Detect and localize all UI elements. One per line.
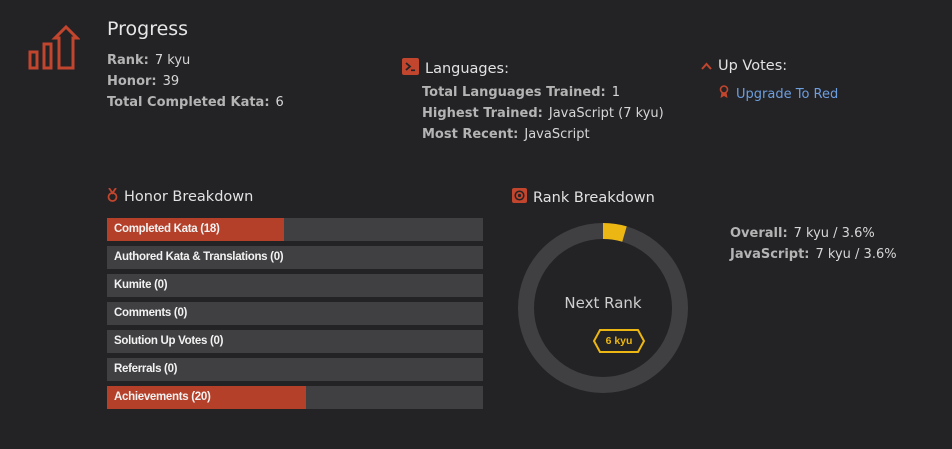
honor-breakdown-heading: Honor Breakdown [107,187,253,206]
honor-bar-kumite: Kumite (0) [107,274,483,297]
upgrade-to-red-link[interactable]: Upgrade To Red [719,85,838,103]
rank-breakdown-heading: Rank Breakdown [512,188,655,207]
completed-kata-stat: Total Completed Kata: 6 [107,95,284,110]
progress-chart-icon [28,24,80,70]
overall-rank-stat: Overall: 7 kyu / 3.6% [730,226,875,241]
honor-bar-referrals: Referrals (0) [107,358,483,381]
honor-bar-completed-kata: Completed Kata (18) [107,218,483,241]
upvotes-heading: Up Votes: [701,58,787,74]
honor-breakdown-list: Completed Kata (18) Authored Kata & Tran… [107,218,483,414]
page-title: Progress [107,18,189,40]
medal-icon [107,187,118,206]
honor-bar-authored-kata: Authored Kata & Translations (0) [107,246,483,269]
javascript-rank-stat: JavaScript: 7 kyu / 3.6% [730,247,897,262]
target-icon [512,188,527,207]
honor-bar-solution-upvotes: Solution Up Votes (0) [107,330,483,353]
chevron-up-icon [701,58,712,74]
ribbon-icon [719,85,729,103]
honor-stat: Honor: 39 [107,74,180,89]
next-rank-badge: 6 kyu [593,329,645,353]
honor-bar-achievements: Achievements (20) [107,386,483,409]
next-rank-badge-text: 6 kyu [605,335,633,347]
honor-bar-comments: Comments (0) [107,302,483,325]
languages-trained-stat: Total Languages Trained: 1 [422,85,621,100]
most-recent-stat: Most Recent: JavaScript [422,127,590,142]
highest-trained-stat: Highest Trained: JavaScript (7 kyu) [422,106,664,121]
languages-heading: Languages: [402,58,509,79]
rank-stat: Rank: 7 kyu [107,53,191,68]
terminal-icon [402,58,419,79]
next-rank-label: Next Rank [564,294,642,312]
